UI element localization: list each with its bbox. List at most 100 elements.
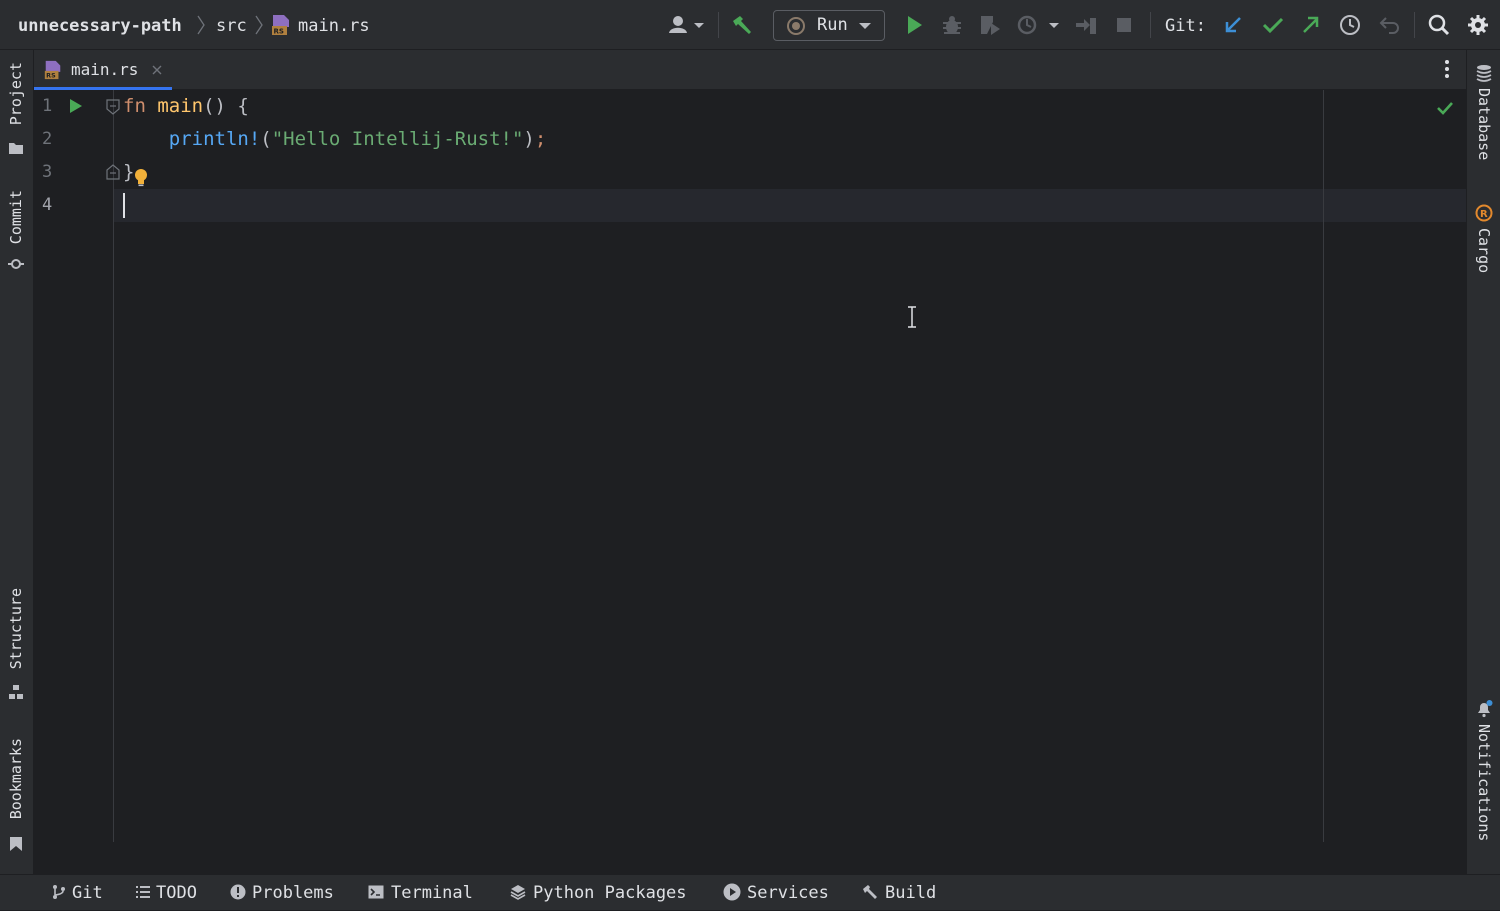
project-tool-button[interactable]: Project [0,62,33,158]
project-tool-label: Project [7,62,25,126]
cargo-tool-label: Cargo [1475,228,1493,274]
macro-token: println! [168,128,261,150]
debug-icon[interactable] [940,13,964,37]
line-number: 4 [42,195,53,215]
git-tool-label: Git [72,883,103,903]
code-line-1: fn main() { [123,90,249,123]
services-play-icon [723,883,741,901]
more-run-options-chevron-icon[interactable] [1046,13,1062,37]
right-tool-window-strip: Database R Cargo Notifications [1466,50,1500,874]
structure-tool-label: Structure [7,588,25,670]
toolbar-divider [1414,12,1415,38]
build-hammer-icon[interactable] [730,13,754,37]
punctuation-token: () { [203,95,249,117]
function-name-token: main [157,95,204,117]
history-clock-icon[interactable] [1338,13,1362,37]
editor-bottom-padding [34,842,1466,874]
build-hammer-icon [863,885,877,899]
database-tool-label: Database [1475,88,1493,161]
keyword-token: fn [123,95,146,117]
git-update-icon[interactable] [1221,13,1245,37]
commit-tool-label: Commit [7,190,25,245]
database-tool-button[interactable]: Database [1467,64,1500,174]
notifications-bell-icon [1478,700,1493,718]
cargo-tool-button[interactable]: R Cargo [1467,204,1500,284]
attach-debugger-icon[interactable] [1074,13,1098,37]
line-number: 1 [42,96,53,116]
chevron-down-icon [859,23,871,29]
tab-main-rs[interactable]: RS main.rs [34,50,172,90]
settings-gear-icon[interactable] [1466,13,1490,37]
semicolon-token: ; [534,128,547,150]
bookmarks-tool-label: Bookmarks [7,738,25,820]
stop-icon[interactable] [1112,13,1136,37]
svg-text:RS: RS [46,73,56,80]
bookmarks-tool-button[interactable]: Bookmarks [0,738,33,856]
breadcrumb-file[interactable]: main.rs [298,0,370,50]
profile-icon[interactable] [666,13,706,37]
line-number: 3 [42,162,53,182]
svg-text:R: R [1480,209,1488,220]
bookmark-icon [10,837,22,851]
run-configuration-label: Run [817,15,848,35]
bottom-tool-window-bar: Git TODO Problems Terminal Python Packag… [0,874,1500,910]
todo-tool-label: TODO [156,883,197,903]
fold-open-icon[interactable] [106,99,120,115]
terminal-tool-label: Terminal [391,883,473,903]
notifications-tool-button[interactable]: Notifications [1467,700,1500,860]
folder-icon [9,143,23,154]
run-with-coverage-icon[interactable] [978,13,1002,37]
code-line-2: println!("Hello Intellij-Rust!"); [123,123,547,156]
structure-icon [9,685,23,699]
git-label: Git: [1165,16,1206,36]
terminal-icon [368,885,384,899]
run-gutter-play-icon[interactable] [68,98,84,114]
notifications-tool-label: Notifications [1475,724,1493,842]
problems-tool-label: Problems [252,883,334,903]
database-icon [1476,65,1492,82]
svg-text:RS: RS [274,28,284,36]
lightbulb-icon[interactable] [133,167,149,187]
problems-info-icon [230,884,246,900]
punctuation-token: ( [260,128,272,150]
left-tool-window-strip: Project Commit Structure Bookmarks [0,50,34,874]
breadcrumb-folder[interactable]: src [216,0,247,50]
commit-tool-button[interactable]: Commit [0,190,33,274]
rollback-icon[interactable] [1378,13,1402,37]
rust-file-icon: RS [44,60,61,80]
toolbar-divider [718,12,719,38]
breadcrumb-separator-icon [255,15,263,35]
structure-tool-button[interactable]: Structure [0,588,33,706]
line-number: 2 [42,129,53,149]
close-icon[interactable] [151,64,163,76]
git-commit-check-icon[interactable] [1261,13,1285,37]
string-token: "Hello Intellij-Rust!" [271,128,524,150]
mouse-ibeam-cursor-icon [908,306,916,328]
git-branch-icon [53,885,65,899]
cargo-rust-icon: R [1475,204,1493,222]
build-tool-label: Build [885,883,937,903]
services-tool-label: Services [747,883,829,903]
commit-icon [8,259,24,269]
layers-packages-icon [510,885,526,900]
fold-close-icon[interactable] [106,164,120,180]
breadcrumb-separator-icon [197,15,205,35]
current-line-highlight [114,189,1466,222]
top-toolbar: unnecessary-path src RS main.rs Run Git: [0,0,1500,50]
inspection-ok-check-icon[interactable] [1436,99,1454,117]
profiler-icon[interactable] [1016,13,1040,37]
breadcrumb-project[interactable]: unnecessary-path [18,0,182,50]
run-icon[interactable] [902,13,926,37]
run-configuration-dropdown[interactable]: Run [773,10,885,41]
more-vertical-icon[interactable] [1440,58,1454,80]
right-margin-guide [1323,90,1324,842]
tab-label: main.rs [71,60,139,79]
search-icon[interactable] [1427,13,1451,37]
git-push-icon[interactable] [1299,13,1323,37]
rust-file-icon: RS [270,14,292,36]
toolbar-divider [1150,12,1151,38]
code-editor[interactable]: 1 2 3 4 fn main() { println!("Hello Inte… [34,90,1466,842]
text-caret [123,193,125,218]
python-packages-tool-label: Python Packages [533,883,687,903]
editor-tab-bar: RS main.rs [34,50,1466,90]
